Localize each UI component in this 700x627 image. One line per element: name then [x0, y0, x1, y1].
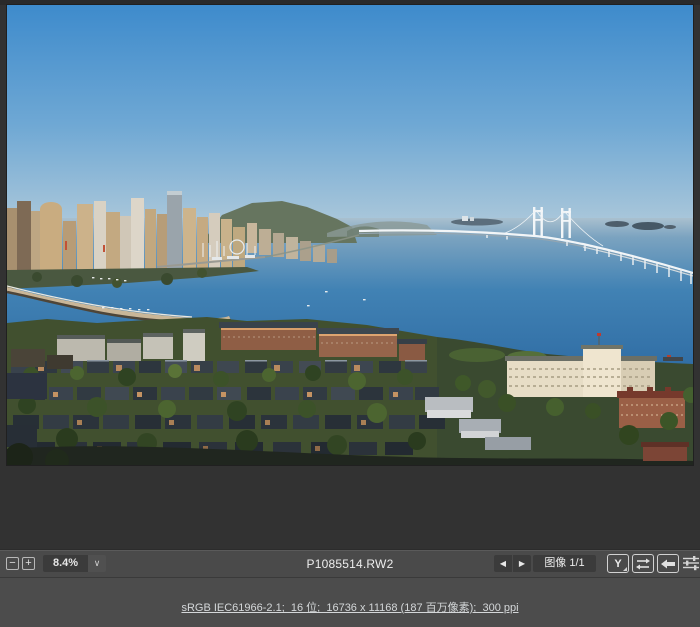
footer: sRGB IEC61966-2.1; 16 位; 16736 x 11168 (… [0, 598, 700, 616]
left-arrow-icon [661, 559, 675, 568]
y-view-label: Y [614, 557, 622, 570]
previous-image-button[interactable]: ◀ [494, 555, 512, 572]
preview-canvas [0, 0, 700, 549]
swap-before-after-button[interactable] [632, 554, 654, 573]
swap-arrows-icon [636, 558, 650, 569]
copy-settings-button[interactable] [657, 554, 679, 573]
bottom-panel: − + 8.4% ∨ P1085514.RW2 ◀ ▶ 图像 1/1 Y sRG… [0, 549, 700, 627]
image-info-link[interactable]: sRGB IEC61966-2.1; 16 位; 16736 x 11168 (… [181, 602, 518, 614]
next-image-button[interactable]: ▶ [513, 555, 531, 572]
flyout-corner-icon [623, 567, 627, 571]
settings-sliders-icon[interactable] [683, 556, 699, 571]
cycle-before-after-view-button[interactable]: Y [607, 554, 629, 573]
photo-preview[interactable] [7, 5, 693, 465]
right-triangle-icon: ▶ [518, 559, 526, 568]
image-nav-group: ◀ ▶ [494, 555, 531, 572]
camera-raw-window: − + 8.4% ∨ P1085514.RW2 ◀ ▶ 图像 1/1 Y sRG… [0, 0, 700, 627]
left-triangle-icon: ◀ [499, 559, 507, 568]
image-counter-label: 图像 1/1 [533, 555, 596, 572]
